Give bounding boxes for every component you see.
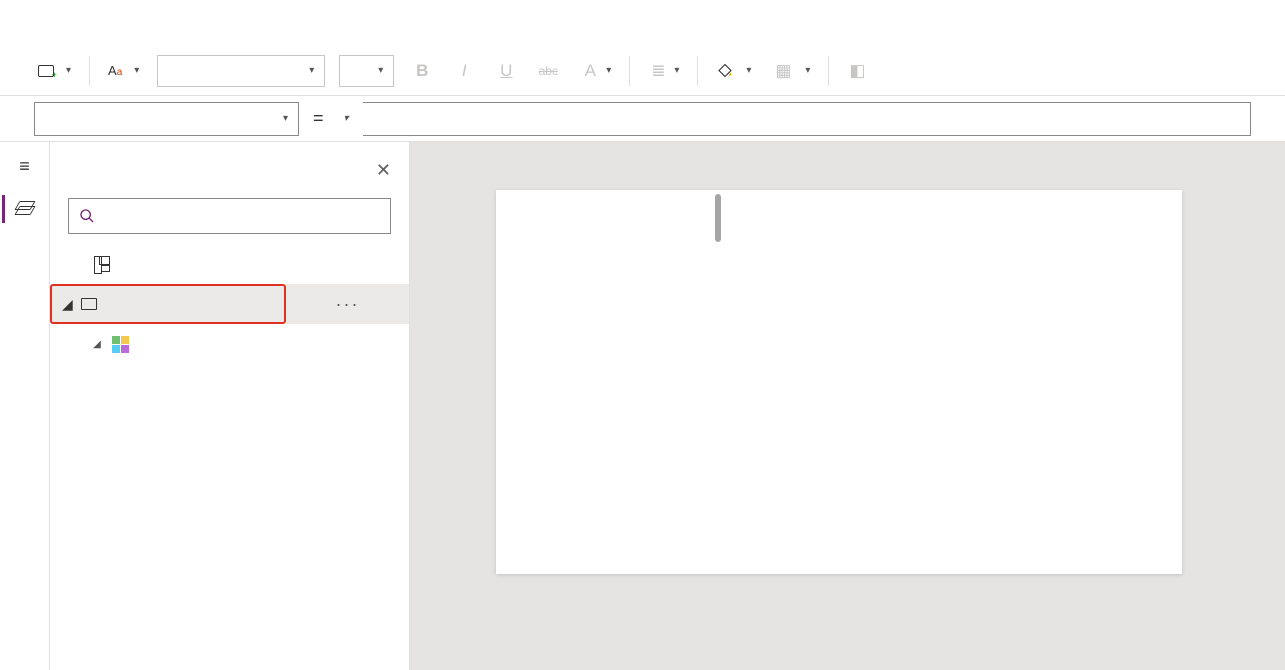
- font-color-button[interactable]: A▾: [576, 57, 615, 85]
- main-area: ≡ ✕ ◢ ···: [0, 142, 1285, 670]
- strike-button[interactable]: abc: [534, 60, 562, 82]
- fx-button[interactable]: ▾: [338, 113, 349, 124]
- tree-view-rail-button[interactable]: [2, 195, 48, 223]
- tree-view-panel: ✕ ◢ ··· ◢: [50, 142, 410, 670]
- device-preview: [496, 190, 1182, 574]
- tree: ◢ ··· ◢: [50, 244, 409, 384]
- canvas[interactable]: [410, 142, 1285, 670]
- fill-icon: [716, 60, 734, 81]
- separator: [629, 56, 630, 86]
- tree-node-app[interactable]: [50, 244, 409, 284]
- more-options-button[interactable]: ···: [286, 284, 409, 324]
- align-icon: ≣: [648, 61, 668, 81]
- new-screen-button[interactable]: + ▾: [34, 61, 75, 81]
- align-button[interactable]: ≣▾: [644, 57, 683, 85]
- border-icon: ▦: [773, 61, 793, 81]
- layers-icon: [17, 201, 35, 217]
- search-icon: [79, 208, 95, 224]
- property-selector[interactable]: ▾: [34, 102, 299, 136]
- top-menu: [0, 0, 1285, 46]
- tree-node-gallery[interactable]: ◢: [50, 324, 409, 364]
- bold-button[interactable]: B: [408, 57, 436, 85]
- chevron-down-icon: ▾: [344, 113, 349, 124]
- equals-sign: =: [313, 108, 324, 129]
- font-name-select[interactable]: ▾: [157, 55, 325, 87]
- order-list: [496, 190, 718, 574]
- fill-button[interactable]: ▾: [712, 56, 755, 85]
- border-button[interactable]: ▦ ▾: [769, 57, 814, 85]
- underline-button[interactable]: U: [492, 57, 520, 85]
- formula-bar: ▾ = ▾: [0, 96, 1285, 142]
- chevron-down-icon: ▾: [378, 65, 383, 76]
- close-icon[interactable]: ✕: [376, 160, 391, 181]
- chevron-down-icon: ▾: [309, 65, 314, 76]
- separator: [697, 56, 698, 86]
- search-input[interactable]: [68, 198, 391, 234]
- chevron-down-icon: ▾: [746, 65, 751, 76]
- ribbon: + ▾ Aa ▾ ▾ ▾ B I U abc A▾ ≣▾ ▾ ▦ ▾ ◧: [0, 46, 1285, 96]
- chevron-down-icon: ▾: [134, 65, 139, 76]
- bold-icon: B: [412, 61, 432, 81]
- scrollbar[interactable]: [715, 194, 721, 242]
- formula-input[interactable]: [363, 102, 1251, 136]
- collapse-icon[interactable]: ◢: [90, 339, 104, 350]
- app-icon: [94, 256, 110, 272]
- font-size-select[interactable]: ▾: [339, 55, 394, 87]
- separator: [828, 56, 829, 86]
- italic-button[interactable]: I: [450, 57, 478, 85]
- reorder-button[interactable]: ◧: [843, 57, 877, 85]
- hamburger-icon[interactable]: ≡: [19, 156, 30, 177]
- theme-button[interactable]: Aa ▾: [104, 59, 143, 82]
- gallery-icon: [112, 336, 129, 353]
- screen-icon: +: [38, 65, 54, 77]
- collapse-icon[interactable]: ◢: [62, 296, 73, 313]
- screen-icon: [81, 298, 97, 310]
- tree-node-screen[interactable]: ◢ ···: [50, 284, 409, 324]
- search-field[interactable]: [103, 208, 380, 224]
- italic-icon: I: [454, 61, 474, 81]
- strikethrough-icon: abc: [538, 64, 558, 78]
- left-rail: ≡: [0, 142, 50, 670]
- separator: [89, 56, 90, 86]
- theme-icon: Aa: [108, 63, 122, 78]
- underline-icon: U: [496, 61, 516, 81]
- font-color-icon: A: [580, 61, 600, 81]
- reorder-icon: ◧: [847, 61, 867, 81]
- chevron-down-icon: ▾: [283, 113, 288, 124]
- chevron-down-icon: ▾: [66, 65, 71, 76]
